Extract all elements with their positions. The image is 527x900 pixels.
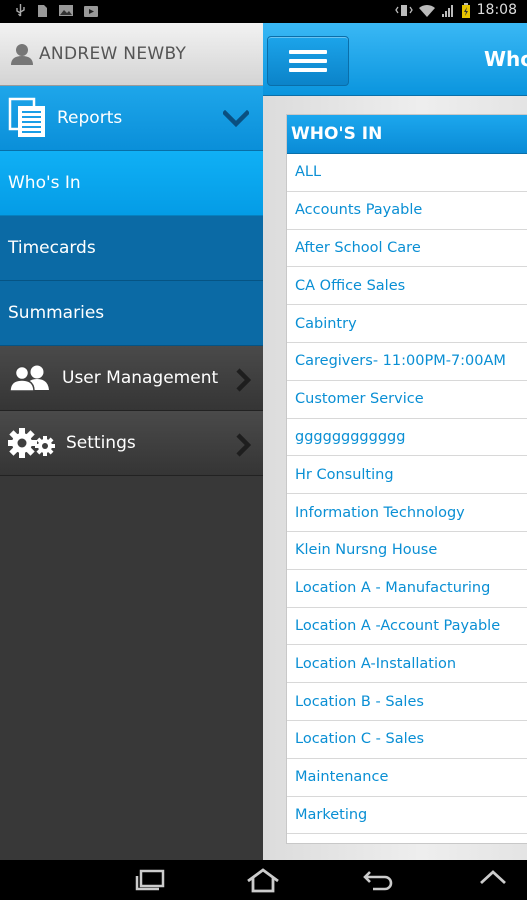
image-icon bbox=[59, 5, 73, 16]
list-header: WHO'S IN bbox=[287, 115, 527, 154]
hamburger-icon bbox=[289, 50, 327, 72]
sidebar-item-label: Who's In bbox=[8, 173, 81, 193]
signal-icon bbox=[441, 4, 453, 17]
clock: 18:08 bbox=[476, 2, 517, 18]
list-item[interactable]: Cabintry bbox=[287, 305, 527, 343]
play-store-icon bbox=[84, 6, 98, 17]
list-item[interactable]: Marketing bbox=[287, 797, 527, 835]
chevron-right-icon bbox=[236, 433, 251, 457]
status-bar: 18:08 bbox=[0, 0, 527, 23]
sidebar-item-user-management[interactable]: User Management bbox=[0, 346, 263, 411]
sidebar-item-settings[interactable]: Settings bbox=[0, 411, 263, 476]
gears-icon bbox=[8, 428, 55, 458]
list-item[interactable]: ALL bbox=[287, 154, 527, 192]
sidebar-item-label: Timecards bbox=[8, 238, 96, 258]
list-item[interactable]: Maintenance bbox=[287, 759, 527, 797]
battery-icon bbox=[461, 2, 470, 18]
user-header[interactable]: ANDREW NEWBY bbox=[0, 23, 263, 86]
list-item[interactable]: Klein Nursng House bbox=[287, 532, 527, 570]
sidebar-item-label: Settings bbox=[66, 433, 136, 453]
users-icon bbox=[9, 365, 49, 392]
recent-apps-icon[interactable] bbox=[133, 868, 167, 892]
sidebar-drawer: ANDREW NEWBY Reports Who's In Timecards … bbox=[0, 23, 263, 860]
action-bar: Who's In bbox=[263, 23, 527, 96]
sidebar-item-reports[interactable]: Reports bbox=[0, 86, 263, 151]
user-icon bbox=[11, 44, 33, 65]
main-content: Who's In WHO'S IN ALLAccounts PayableAft… bbox=[263, 23, 527, 860]
wifi-icon bbox=[418, 4, 435, 17]
list-item[interactable]: Location A - Manufacturing bbox=[287, 570, 527, 608]
vibrate-icon bbox=[394, 4, 413, 16]
sd-card-icon bbox=[38, 5, 47, 17]
chevron-right-icon bbox=[236, 368, 251, 392]
sidebar-item-summaries[interactable]: Summaries bbox=[0, 281, 263, 346]
list-item[interactable]: Information Technology bbox=[287, 494, 527, 532]
list-item[interactable]: gggggggggggg bbox=[287, 419, 527, 457]
sidebar-item-label: Summaries bbox=[8, 303, 105, 323]
up-icon[interactable] bbox=[478, 868, 508, 886]
menu-button[interactable] bbox=[267, 36, 349, 86]
list-item[interactable]: Hr Consulting bbox=[287, 456, 527, 495]
list-item[interactable]: Caregivers- 11:00PM-7:00AM bbox=[287, 343, 527, 381]
usb-icon bbox=[16, 4, 25, 17]
user-name: ANDREW NEWBY bbox=[39, 44, 187, 64]
sidebar-item-label: User Management bbox=[62, 368, 219, 388]
sidebar-item-label: Reports bbox=[57, 108, 123, 128]
whos-in-list: WHO'S IN ALL Accounts Payable After School… bbox=[286, 114, 527, 844]
sidebar-item-whos-in[interactable]: Who's In bbox=[0, 151, 263, 216]
list-item[interactable]: CA Office Sales bbox=[287, 267, 527, 306]
list-item[interactable]: Location A-Installation bbox=[287, 645, 527, 684]
chevron-down-icon bbox=[223, 110, 249, 128]
back-icon[interactable] bbox=[362, 868, 394, 892]
list-item[interactable]: Accounts Payable bbox=[287, 192, 527, 230]
list-item[interactable]: After School Care bbox=[287, 230, 527, 268]
list-item[interactable]: Location A -Account Payable bbox=[287, 608, 527, 646]
list-item[interactable]: Location C - Sales bbox=[287, 721, 527, 759]
sidebar-item-timecards[interactable]: Timecards bbox=[0, 216, 263, 281]
system-nav-bar bbox=[0, 860, 527, 900]
reports-icon bbox=[8, 97, 45, 137]
list-item[interactable]: Customer Service bbox=[287, 381, 527, 419]
page-title: Who's In bbox=[484, 47, 527, 71]
home-icon[interactable] bbox=[245, 868, 281, 894]
list-item[interactable]: Location B - Sales bbox=[287, 683, 527, 721]
